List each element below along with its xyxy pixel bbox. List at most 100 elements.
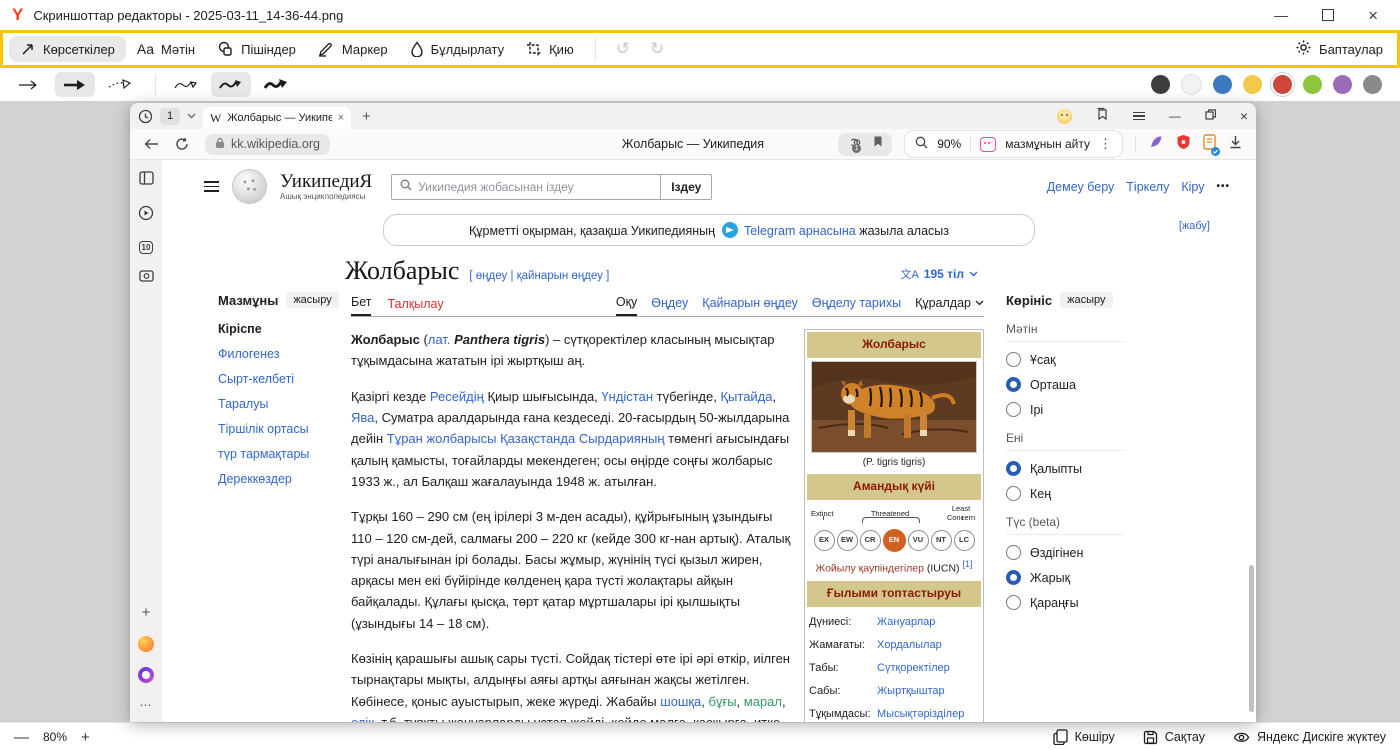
screenshot-tool-icon[interactable]: [139, 269, 154, 287]
radio-text-standard[interactable]: Орташа: [1006, 377, 1148, 392]
alice-assistant-icon[interactable]: [138, 667, 154, 683]
tab-page[interactable]: Бет: [351, 295, 371, 316]
toc-item[interactable]: Дереккөздер: [218, 472, 345, 486]
minimize-button[interactable]: —: [1274, 8, 1288, 22]
panel-more-icon[interactable]: ⋯: [140, 698, 153, 712]
stroke-style-bold[interactable]: [256, 72, 296, 97]
color-swatch-dark[interactable]: [1151, 75, 1170, 94]
toc-item[interactable]: Тіршілік ортасы: [218, 422, 345, 436]
wikipedia-wordmark[interactable]: УикипедиЯ Ашық энциклопедиясы: [280, 172, 372, 201]
register-link[interactable]: Тіркелу: [1126, 180, 1169, 194]
tab-counter[interactable]: 1: [160, 108, 180, 125]
radio-color-light[interactable]: Жарық: [1006, 570, 1148, 585]
read-aloud-button[interactable]: мазмұнын айту: [1005, 137, 1090, 151]
tab-talk[interactable]: Талқылау: [387, 297, 443, 316]
wiki-menu-icon[interactable]: [204, 178, 219, 195]
history-clock-icon[interactable]: [138, 109, 153, 124]
back-icon[interactable]: [144, 138, 159, 150]
status-link[interactable]: Жойылу қаупіндегілер (IUCN) [1]: [807, 557, 981, 578]
color-swatch-yellow[interactable]: [1243, 75, 1262, 94]
radio-width-wide[interactable]: Кең: [1006, 486, 1148, 501]
toc-item[interactable]: Таралуы: [218, 397, 345, 411]
copy-button[interactable]: Көшіру: [1053, 729, 1115, 745]
tool-shapes[interactable]: Пішіндер: [206, 36, 307, 62]
bookmarks-panel-icon[interactable]: [1096, 107, 1109, 125]
wiki-search-input[interactable]: Уикипедия жобасынан іздеу: [391, 174, 660, 200]
toc-item[interactable]: Филогенез: [218, 347, 345, 361]
radio-color-auto[interactable]: Өздігінен: [1006, 545, 1148, 560]
arrow-style-bold[interactable]: [55, 72, 95, 97]
toc-hide-button[interactable]: жасыру: [286, 292, 338, 308]
radio-width-standard[interactable]: Қалыпты: [1006, 461, 1148, 476]
arrow-style-thin[interactable]: [10, 72, 50, 97]
tool-text[interactable]: Aa Мәтін: [126, 36, 206, 62]
redo-button[interactable]: ↻: [640, 39, 674, 59]
tiger-photo[interactable]: [811, 361, 977, 453]
telegram-link[interactable]: Telegram арнасына: [744, 224, 856, 238]
close-button[interactable]: ×: [1368, 7, 1378, 24]
toc-item[interactable]: Кіріспе: [218, 322, 345, 336]
stroke-style-medium[interactable]: [211, 72, 251, 97]
browser-close-icon[interactable]: ×: [1240, 108, 1248, 124]
toc-item[interactable]: Сырт-келбеті: [218, 372, 345, 386]
tool-crop[interactable]: Қию: [515, 36, 585, 62]
tab-read[interactable]: Оқу: [616, 295, 637, 316]
tab-edit-source[interactable]: Қайнарын өңдеу: [702, 296, 798, 315]
download-icon[interactable]: [1229, 135, 1242, 154]
zoom-out-button[interactable]: —: [14, 729, 29, 746]
donate-link[interactable]: Демеу беру: [1047, 180, 1115, 194]
stroke-style-thin[interactable]: [166, 72, 206, 97]
tab-tools[interactable]: Құралдар: [915, 296, 984, 315]
new-tab-button[interactable]: +: [362, 108, 371, 125]
maximize-button[interactable]: [1322, 9, 1334, 21]
tab-close-icon[interactable]: ×: [338, 112, 344, 124]
tab-history[interactable]: Өңделу тарихы: [812, 296, 901, 315]
browser-tab-active[interactable]: W Жолбарыс — Уикипед ×: [203, 107, 351, 129]
title-edit-links[interactable]: [ өңдеу | қайнарын өңдеу ]: [469, 270, 609, 282]
add-widget-icon[interactable]: +: [142, 604, 151, 621]
page-scrollbar-thumb[interactable]: [1249, 565, 1254, 712]
arrow-style-dotted[interactable]: [100, 72, 140, 97]
undo-button[interactable]: ↺: [606, 39, 640, 59]
tool-blur[interactable]: Бұлдырлату: [399, 36, 515, 62]
color-swatch-red-selected[interactable]: [1273, 75, 1292, 94]
profile-avatar[interactable]: [1057, 109, 1072, 124]
more-actions-icon[interactable]: ⋮: [1099, 136, 1112, 152]
tool-marker[interactable]: Маркер: [307, 36, 399, 62]
toc-item[interactable]: түр тармақтары: [218, 447, 345, 461]
settings-button[interactable]: Баптаулар: [1295, 39, 1391, 59]
radio-color-dark[interactable]: Қараңғы: [1006, 595, 1148, 610]
editor-canvas[interactable]: 1 W Жолбарыс — Уикипед × + — ×: [0, 101, 1400, 722]
address-field[interactable]: kk.wikipedia.org: [205, 134, 330, 155]
browser-restore-icon[interactable]: [1205, 107, 1216, 125]
bookmark-flag-icon[interactable]: [873, 135, 883, 153]
tab-edit[interactable]: Өңдеу: [651, 296, 688, 315]
protect-shield-icon[interactable]: [1176, 134, 1191, 155]
banner-close-link[interactable]: [жабу]: [1179, 220, 1210, 232]
color-swatch-purple[interactable]: [1333, 75, 1352, 94]
login-link[interactable]: Кіру: [1181, 180, 1204, 194]
zoom-in-button[interactable]: +: [81, 729, 90, 746]
color-swatch-blue[interactable]: [1213, 75, 1232, 94]
reading-list-badge[interactable]: 10: [139, 241, 154, 254]
share-icon[interactable]: 1: [847, 135, 861, 154]
tool-arrows[interactable]: Көрсеткілер: [9, 36, 126, 62]
languages-button[interactable]: 文A 195 тіл: [900, 266, 978, 282]
more-menu-icon[interactable]: •••: [1216, 181, 1230, 192]
reload-icon[interactable]: [175, 137, 189, 151]
appearance-hide-button[interactable]: жасыру: [1060, 292, 1112, 308]
tab-list-chevron-icon[interactable]: [187, 113, 196, 119]
feather-extension-icon[interactable]: [1148, 134, 1164, 155]
sidebar-panel-icon[interactable]: [139, 171, 154, 190]
radio-text-large[interactable]: Ірі: [1006, 402, 1148, 417]
zoom-level[interactable]: 90%: [937, 137, 961, 151]
document-check-icon[interactable]: [1203, 134, 1217, 155]
video-play-icon[interactable]: [138, 205, 154, 226]
wikipedia-globe-logo[interactable]: [232, 169, 267, 204]
save-button[interactable]: Сақтау: [1143, 730, 1205, 745]
color-swatch-gray[interactable]: [1363, 75, 1382, 94]
upload-to-disk-button[interactable]: Яндекс Дискіге жүктеу: [1233, 730, 1386, 744]
color-swatch-green[interactable]: [1303, 75, 1322, 94]
radio-text-small[interactable]: Ұсақ: [1006, 352, 1148, 367]
browser-minimize-icon[interactable]: —: [1169, 109, 1181, 123]
